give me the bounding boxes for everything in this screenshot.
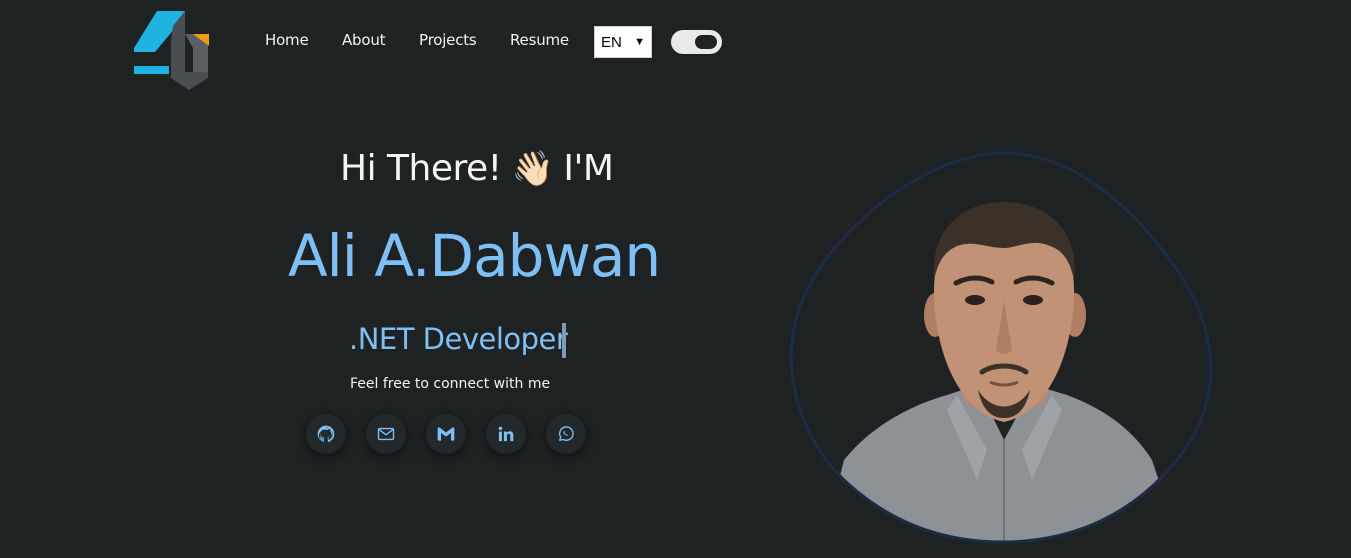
theme-toggle-knob	[695, 35, 717, 49]
github-icon[interactable]	[306, 414, 346, 454]
developer-name: Ali A.Dabwan	[288, 222, 661, 290]
waving-hand-icon: 👋🏻	[511, 148, 554, 189]
theme-toggle[interactable]	[671, 30, 722, 54]
greeting-suffix: I'M	[563, 148, 614, 189]
social-links	[0, 414, 700, 458]
nav-resume-link[interactable]: Resume	[510, 31, 569, 49]
linkedin-icon[interactable]	[486, 414, 526, 454]
profile-photo	[782, 150, 1218, 550]
chevron-down-icon: ▼	[634, 36, 645, 48]
language-select[interactable]: EN ▼	[594, 26, 652, 58]
language-select-value: EN	[601, 33, 622, 51]
typewriter-cursor	[562, 323, 566, 358]
developer-role-typewriter: .NET Developer	[349, 322, 568, 356]
nav-projects-link[interactable]: Projects	[419, 31, 477, 49]
nav-about-link[interactable]: About	[342, 31, 386, 49]
logo-icon[interactable]	[133, 8, 211, 90]
connect-text: Feel free to connect with me	[350, 376, 551, 392]
greeting-text: Hi There!	[340, 148, 502, 189]
nav-home-link[interactable]: Home	[265, 31, 309, 49]
whatsapp-icon[interactable]	[546, 414, 586, 454]
gmail-icon[interactable]	[426, 414, 466, 454]
greeting-heading: Hi There! 👋🏻 I'M	[340, 148, 614, 189]
navbar: Home About Projects Resume EN ▼	[0, 0, 1351, 90]
mail-icon[interactable]	[366, 414, 406, 454]
